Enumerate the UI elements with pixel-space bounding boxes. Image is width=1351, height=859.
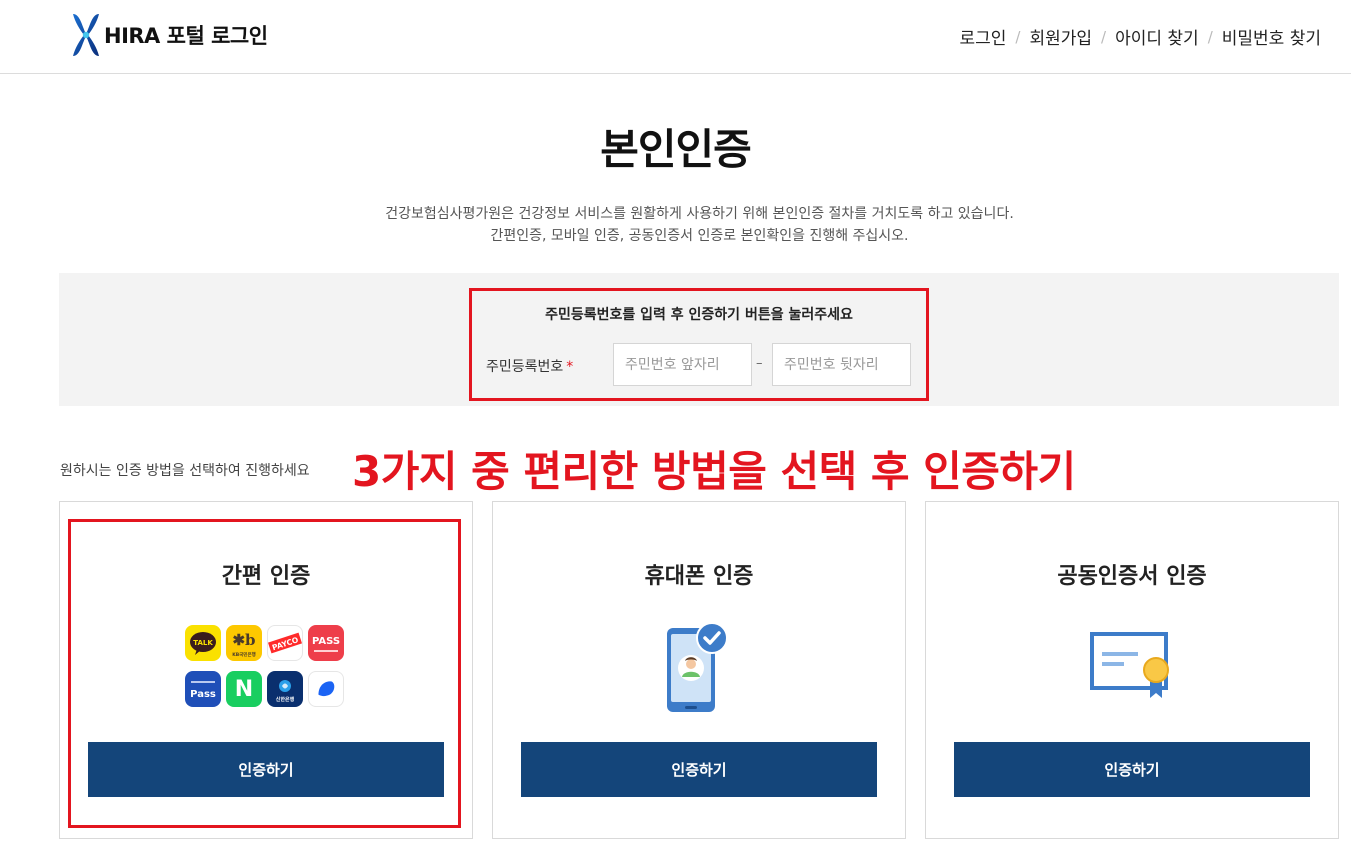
method-annotation: 3가지 중 편리한 방법을 선택 후 인증하기 <box>352 447 1076 496</box>
phone-auth-title: 휴대폰 인증 <box>644 564 754 589</box>
header: HIRA 포털 로그인 로그인 / 회원가입 / 아이디 찾기 / 비밀번호 찾… <box>0 0 1351 74</box>
nav-separator: / <box>1207 27 1213 46</box>
certificate-auth-button[interactable]: 인증하기 <box>954 742 1310 797</box>
hira-logo[interactable]: HIRA 포털 로그인 <box>70 12 268 58</box>
id-dash: – <box>756 356 763 371</box>
required-mark: * <box>566 359 574 375</box>
description-line-2: 간편인증, 모바일 인증, 공동인증서 인증로 본인확인을 진행해 주십시오. <box>490 228 909 244</box>
nav-separator: / <box>1015 27 1021 46</box>
certificate-icon <box>1090 632 1174 702</box>
top-nav: 로그인 / 회원가입 / 아이디 찾기 / 비밀번호 찾기 <box>959 24 1321 50</box>
method-guide-text: 원하시는 인증 방법을 선택하여 진행하세요 <box>60 463 310 479</box>
phone-auth-button[interactable]: 인증하기 <box>521 742 877 797</box>
nav-signup[interactable]: 회원가입 <box>1029 24 1092 49</box>
description-line-1: 건강보험심사평가원은 건강정보 서비스를 원활하게 사용하기 위해 본인인증 절… <box>385 206 1014 222</box>
id-front-input[interactable] <box>613 343 752 386</box>
nav-separator: / <box>1101 27 1107 46</box>
logo-text: HIRA 포털 로그인 <box>104 24 268 48</box>
smartphone-user-check-icon <box>663 620 731 716</box>
id-label: 주민등록번호 * <box>486 356 573 376</box>
id-back-input[interactable] <box>772 343 911 386</box>
nav-find-password[interactable]: 비밀번호 찾기 <box>1222 24 1321 49</box>
id-guide-text: 주민등록번호를 입력 후 인증하기 버튼을 눌러주세요 <box>545 307 853 323</box>
hira-logo-icon <box>73 14 99 56</box>
page-title: 본인인증 <box>600 125 752 174</box>
page-description: 건강보험심사평가원은 건강정보 서비스를 원활하게 사용하기 위해 본인인증 절… <box>0 203 1351 247</box>
nav-login[interactable]: 로그인 <box>959 24 1006 49</box>
simple-auth-highlight-box <box>68 519 461 828</box>
certificate-auth-title: 공동인증서 인증 <box>1057 564 1207 589</box>
id-label-text: 주민등록번호 <box>486 359 564 375</box>
nav-find-id[interactable]: 아이디 찾기 <box>1115 24 1199 49</box>
